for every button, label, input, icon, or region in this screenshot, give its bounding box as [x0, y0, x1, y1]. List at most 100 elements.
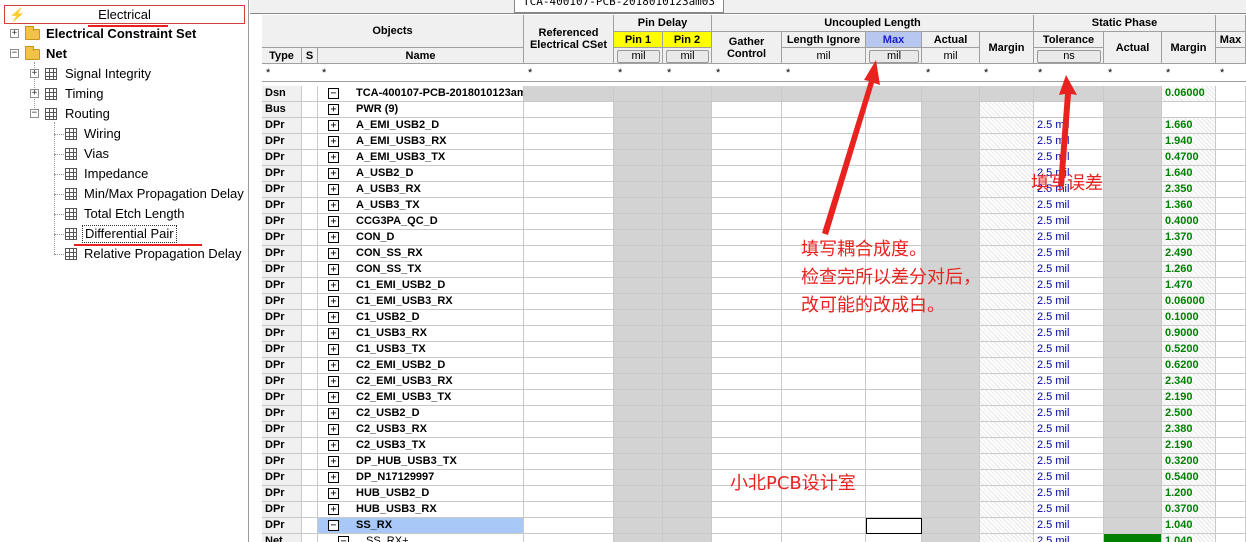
grid-cell[interactable]	[712, 406, 782, 422]
grid-cell[interactable]	[866, 470, 922, 486]
worksheet-tab[interactable]: TCA-400107-PCB-2018010123am03	[514, 0, 725, 13]
grid-cell[interactable]	[614, 326, 663, 342]
grid-cell[interactable]	[922, 166, 980, 182]
grid-cell[interactable]	[712, 454, 782, 470]
grid-cell[interactable]	[866, 214, 922, 230]
row-name-cell[interactable]: + C2_USB3_TX	[318, 438, 524, 454]
grid-cell[interactable]	[663, 150, 712, 166]
row-name-cell[interactable]: − SS_RX	[318, 518, 524, 534]
row-s-cell[interactable]	[302, 310, 318, 326]
row-type-cell[interactable]: DPr	[262, 438, 302, 454]
grid-cell[interactable]	[866, 150, 922, 166]
row-type-cell[interactable]: DPr	[262, 166, 302, 182]
grid-cell[interactable]	[1104, 422, 1162, 438]
grid-cell[interactable]	[524, 438, 614, 454]
grid-cell[interactable]	[980, 502, 1034, 518]
row-type-cell[interactable]: DPr	[262, 422, 302, 438]
row-type-cell[interactable]: DPr	[262, 342, 302, 358]
grid-cell[interactable]	[712, 342, 782, 358]
grid-cell[interactable]	[614, 166, 663, 182]
grid-cell[interactable]	[524, 406, 614, 422]
grid-cell[interactable]	[1216, 438, 1246, 454]
static-margin-cell[interactable]: 1.940	[1162, 134, 1216, 150]
grid-cell[interactable]	[1216, 326, 1246, 342]
grid-cell[interactable]	[866, 198, 922, 214]
grid-cell[interactable]	[980, 278, 1034, 294]
expand-row-icon[interactable]: +	[328, 424, 339, 435]
row-type-cell[interactable]: DPr	[262, 358, 302, 374]
tree-item-impedance[interactable]: Impedance	[0, 164, 249, 184]
row-name-cell[interactable]: + HUB_USB2_D	[318, 486, 524, 502]
static-margin-cell[interactable]: 0.9000	[1162, 326, 1216, 342]
tolerance-cell[interactable]: 2.5 mil	[1034, 150, 1104, 166]
grid-cell[interactable]	[663, 470, 712, 486]
grid-cell[interactable]	[980, 486, 1034, 502]
filter-cell[interactable]: *	[786, 65, 790, 81]
grid-cell[interactable]	[614, 422, 663, 438]
grid-cell[interactable]	[922, 374, 980, 390]
row-type-cell[interactable]: DPr	[262, 502, 302, 518]
grid-cell[interactable]	[1216, 294, 1246, 310]
expand-row-icon[interactable]: +	[328, 504, 339, 515]
grid-cell[interactable]	[980, 454, 1034, 470]
row-s-cell[interactable]	[302, 278, 318, 294]
grid-cell[interactable]	[1216, 278, 1246, 294]
grid-cell[interactable]	[1104, 166, 1162, 182]
grid-cell[interactable]	[663, 310, 712, 326]
row-name-cell[interactable]: + C1_USB3_RX	[318, 326, 524, 342]
grid-cell[interactable]	[524, 374, 614, 390]
collapse-row-icon[interactable]: −	[328, 88, 339, 99]
grid-cell[interactable]	[782, 374, 866, 390]
row-name-cell[interactable]: + C1_USB3_TX	[318, 342, 524, 358]
row-s-cell[interactable]	[302, 230, 318, 246]
static-margin-cell[interactable]: 1.260	[1162, 262, 1216, 278]
grid-cell[interactable]	[866, 486, 922, 502]
grid-cell[interactable]	[782, 166, 866, 182]
grid-cell[interactable]	[980, 534, 1034, 542]
expand-row-icon[interactable]: +	[328, 488, 339, 499]
grid-cell[interactable]	[782, 422, 866, 438]
grid-cell[interactable]	[1104, 246, 1162, 262]
grid-cell[interactable]	[782, 86, 866, 102]
grid-cell[interactable]	[1216, 182, 1246, 198]
static-margin-cell[interactable]: 2.380	[1162, 422, 1216, 438]
row-name-cell[interactable]: + DP_HUB_USB3_TX	[318, 454, 524, 470]
grid-cell[interactable]	[614, 134, 663, 150]
grid-cell[interactable]	[1104, 374, 1162, 390]
row-type-cell[interactable]: DPr	[262, 406, 302, 422]
tolerance-cell[interactable]: 2.5 mil	[1034, 502, 1104, 518]
grid-cell[interactable]	[712, 102, 782, 118]
row-type-cell[interactable]: DPr	[262, 326, 302, 342]
grid-cell[interactable]	[614, 518, 663, 534]
grid-cell[interactable]	[1104, 278, 1162, 294]
expand-row-icon[interactable]: +	[328, 344, 339, 355]
grid-cell[interactable]	[614, 390, 663, 406]
grid-cell[interactable]	[524, 342, 614, 358]
column-header-gather-control[interactable]: Gather Control	[712, 32, 782, 64]
grid-cell[interactable]	[1216, 422, 1246, 438]
grid-cell[interactable]	[782, 406, 866, 422]
grid-cell[interactable]	[1104, 86, 1162, 102]
grid-cell[interactable]	[712, 182, 782, 198]
grid-cell[interactable]	[663, 358, 712, 374]
row-type-cell[interactable]: Dsn	[262, 86, 302, 102]
grid-cell[interactable]	[712, 310, 782, 326]
tree-item-min-max-propagation-delay[interactable]: Min/Max Propagation Delay	[0, 184, 249, 204]
grid-cell[interactable]	[524, 310, 614, 326]
grid-cell[interactable]	[663, 342, 712, 358]
static-margin-cell[interactable]: 0.3700	[1162, 502, 1216, 518]
grid-cell[interactable]	[980, 422, 1034, 438]
tolerance-cell[interactable]: 2.5 mil	[1034, 390, 1104, 406]
grid-cell[interactable]	[614, 438, 663, 454]
grid-cell[interactable]	[782, 118, 866, 134]
row-type-cell[interactable]: DPr	[262, 230, 302, 246]
grid-cell[interactable]	[866, 166, 922, 182]
tolerance-cell[interactable]: 2.5 mil	[1034, 134, 1104, 150]
grid-cell[interactable]	[663, 214, 712, 230]
static-margin-cell[interactable]: 0.5400	[1162, 470, 1216, 486]
tolerance-cell[interactable]: 2.5 mil	[1034, 454, 1104, 470]
row-type-cell[interactable]: Net	[262, 534, 302, 542]
filter-cell[interactable]: *	[716, 65, 720, 81]
grid-cell[interactable]	[524, 502, 614, 518]
row-name-cell[interactable]: + C1_EMI_USB2_D	[318, 278, 524, 294]
